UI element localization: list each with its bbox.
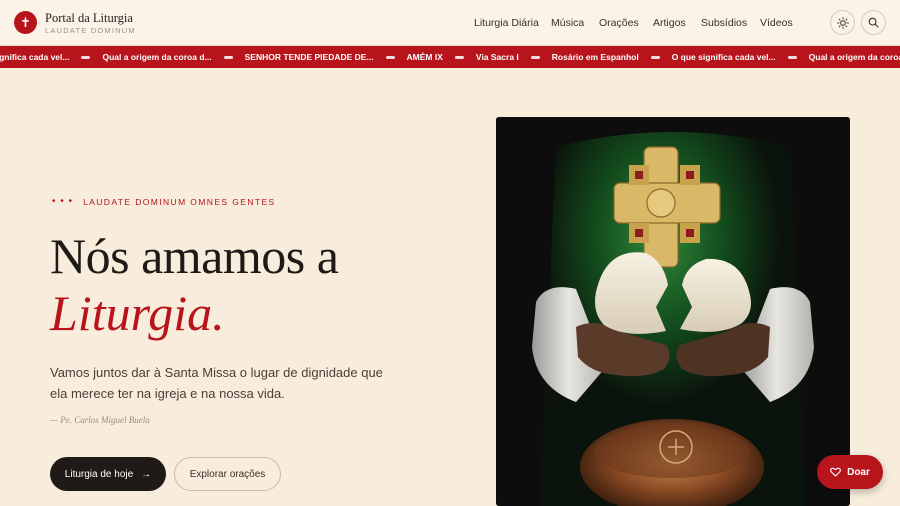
- button-label: Liturgia de hoje: [64, 468, 134, 480]
- donate-label: Doar: [847, 466, 870, 478]
- button-label: Explorar orações: [189, 468, 266, 480]
- nav-item-musica[interactable]: Música: [551, 17, 584, 29]
- ticker-item[interactable]: significa cada vel...: [0, 52, 69, 62]
- nav-item-subsidios[interactable]: Subsídios: [701, 17, 747, 29]
- nav-item-liturgia-diaria[interactable]: Liturgia Diária: [474, 17, 539, 29]
- ticker-separator: [650, 55, 660, 59]
- hero-headline: Nós amamos a: [50, 228, 339, 284]
- search-icon: [868, 17, 879, 28]
- heart-icon: [830, 467, 841, 477]
- theme-toggle-button[interactable]: [830, 10, 855, 35]
- eyebrow-dots: • • •: [52, 196, 74, 207]
- ticker-item[interactable]: Via Sacra I: [476, 52, 519, 62]
- news-ticker: significa cada vel... Qual a origem da c…: [0, 46, 900, 68]
- ticker-separator: [454, 55, 464, 59]
- arrow-right-icon: →: [141, 468, 152, 480]
- ticker-item[interactable]: Qual a origem da coroa d...: [102, 52, 211, 62]
- ticker-item[interactable]: SENHOR TENDE PIEDADE DE...: [245, 52, 374, 62]
- site-header: ✝ Portal da Liturgia LAUDATE DOMINUM Lit…: [0, 0, 900, 46]
- explorar-oracoes-button[interactable]: Explorar orações: [174, 457, 281, 491]
- donate-button[interactable]: Doar: [817, 455, 883, 489]
- nav-item-videos[interactable]: Vídeos: [760, 17, 793, 29]
- ticker-separator: [223, 55, 233, 59]
- ticker-separator: [385, 55, 395, 59]
- hero-image: [496, 117, 850, 506]
- nav-item-artigos[interactable]: Artigos: [653, 17, 686, 29]
- hero-eyebrow: • • • LAUDATE DOMINUM OMNES GENTES: [52, 196, 276, 207]
- search-button[interactable]: [861, 10, 886, 35]
- hero-quote-attribution: — Pe. Carlos Miguel Buela: [50, 415, 150, 425]
- ticker-separator: [787, 55, 797, 59]
- ticker-track: significa cada vel... Qual a origem da c…: [0, 46, 900, 68]
- ticker-separator: [81, 55, 91, 59]
- site-subtitle: LAUDATE DOMINUM: [45, 26, 136, 35]
- cross-icon[interactable]: ✝: [14, 11, 37, 34]
- hero-headline-accent: Liturgia.: [50, 285, 225, 341]
- ticker-item[interactable]: Qual a origem da coroa d...: [809, 52, 900, 62]
- ticker-separator: [530, 55, 540, 59]
- sun-icon: [836, 16, 849, 29]
- site-title[interactable]: Portal da Liturgia: [45, 11, 133, 26]
- eyebrow-text: LAUDATE DOMINUM OMNES GENTES: [83, 196, 276, 207]
- hero-lead: Vamos juntos dar à Santa Missa o lugar d…: [50, 365, 383, 401]
- liturgia-de-hoje-button[interactable]: Liturgia de hoje →: [50, 457, 166, 491]
- nav-item-oracoes[interactable]: Orações: [599, 17, 639, 29]
- priest-host-illustration: [496, 117, 850, 506]
- ticker-item[interactable]: O que significa cada vel...: [672, 52, 776, 62]
- ticker-item[interactable]: Rosário em Espanhol: [552, 52, 639, 62]
- ticker-item[interactable]: AMÉM IX: [407, 52, 443, 62]
